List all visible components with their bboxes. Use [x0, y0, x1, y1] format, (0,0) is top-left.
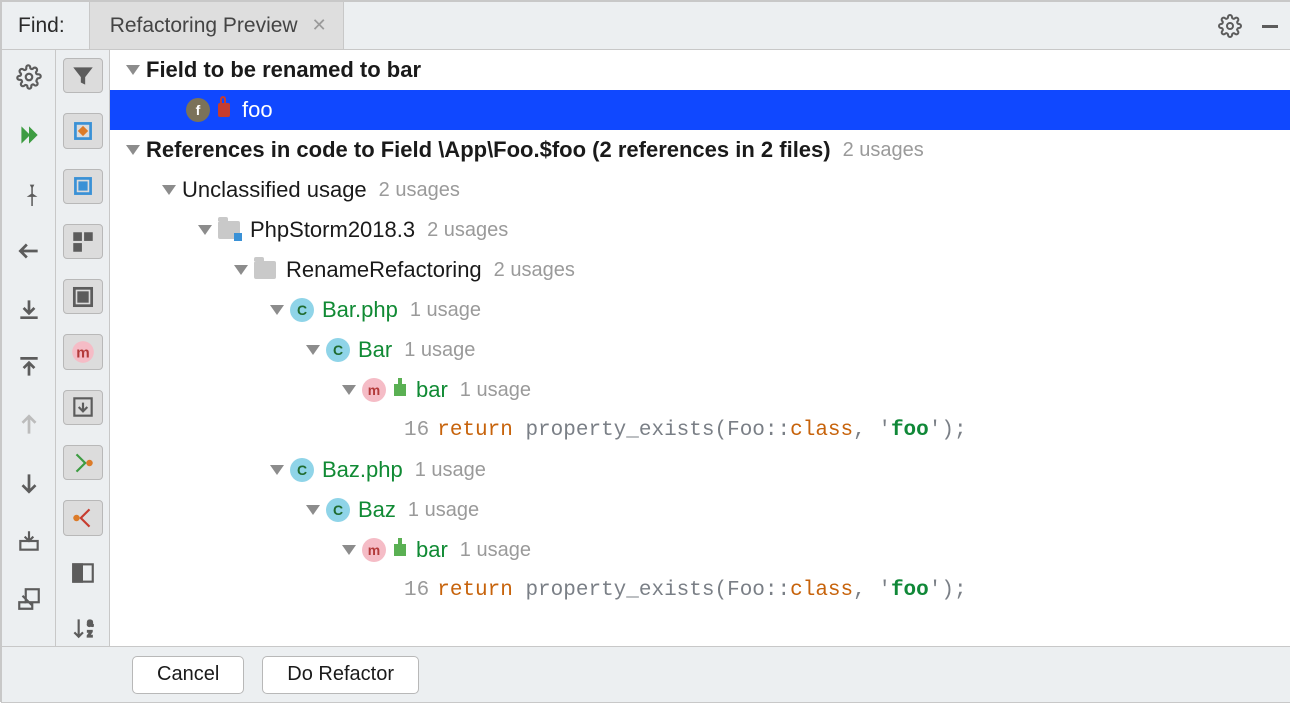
tree-item-class[interactable]: C Baz 1 usage [110, 490, 1290, 530]
usage-count: 1 usage [408, 499, 479, 522]
pin-button[interactable] [9, 174, 49, 212]
tree-item-field-foo[interactable]: f foo [110, 90, 1290, 130]
usage-count: 2 usages [379, 179, 460, 202]
chevron-down-icon[interactable] [234, 265, 248, 275]
usage-count: 2 usages [843, 139, 924, 162]
method-icon: m [362, 538, 386, 562]
folder-icon [254, 261, 276, 279]
tree-item-file[interactable]: C Bar.php 1 usage [110, 290, 1290, 330]
tree-item-folder[interactable]: RenameRefactoring 2 usages [110, 250, 1290, 290]
chevron-down-icon[interactable] [342, 385, 356, 395]
svg-text:a: a [87, 618, 93, 629]
tree-item-project[interactable]: PhpStorm2018.3 2 usages [110, 210, 1290, 250]
toolbar-left [2, 50, 56, 646]
usage-count: 2 usages [494, 259, 575, 282]
class-name: Bar [358, 337, 392, 363]
tree-label: Unclassified usage [182, 177, 367, 203]
open-new-window-button[interactable] [9, 580, 49, 618]
do-refactor-button[interactable]: Do Refactor [262, 656, 419, 694]
tree-heading-field[interactable]: Field to be renamed to bar [110, 50, 1290, 90]
group-method-button[interactable]: m [63, 334, 103, 369]
tab-title: Refactoring Preview [110, 14, 298, 38]
collapse-all-button[interactable] [9, 348, 49, 386]
method-name: bar [416, 377, 448, 403]
heading-text: Field to be renamed to bar [146, 57, 421, 83]
import-preview-button[interactable] [63, 390, 103, 425]
chevron-down-icon[interactable] [270, 465, 284, 475]
tree-item-method[interactable]: m bar 1 usage [110, 530, 1290, 570]
tree-label: PhpStorm2018.3 [250, 217, 415, 243]
project-folder-icon [218, 221, 240, 239]
minimize-icon[interactable] [1250, 14, 1290, 38]
class-icon: C [326, 338, 350, 362]
close-icon[interactable]: ✕ [310, 15, 329, 36]
chevron-down-icon[interactable] [306, 345, 320, 355]
chevron-down-icon[interactable] [162, 185, 176, 195]
tree-item-code-line[interactable]: 16return property_exists(Foo::class, 'fo… [110, 410, 1290, 450]
group-file-button[interactable] [63, 169, 103, 204]
group-scope-button[interactable] [63, 279, 103, 314]
footer: Cancel Do Refactor [2, 646, 1290, 702]
file-name: Baz.php [322, 457, 403, 483]
usage-count: 1 usage [404, 339, 475, 362]
show-read-button[interactable] [63, 445, 103, 480]
show-write-button[interactable] [63, 500, 103, 535]
chevron-down-icon[interactable] [270, 305, 284, 315]
find-label: Find: [2, 14, 89, 38]
gear-icon[interactable] [1210, 14, 1250, 38]
field-icon: f [186, 98, 210, 122]
svg-text:m: m [76, 345, 89, 362]
tree-item-method[interactable]: m bar 1 usage [110, 370, 1290, 410]
class-file-icon: C [290, 458, 314, 482]
filter-button[interactable] [63, 58, 103, 93]
class-file-icon: C [290, 298, 314, 322]
svg-text:z: z [87, 629, 92, 640]
tree-item-file[interactable]: C Baz.php 1 usage [110, 450, 1290, 490]
chevron-down-icon[interactable] [342, 545, 356, 555]
lock-icon [218, 103, 230, 117]
refactor-tree[interactable]: Field to be renamed to bar f foo Referen… [110, 50, 1290, 646]
panel-header: Find: Refactoring Preview ✕ [2, 2, 1290, 50]
group-package-button[interactable] [63, 224, 103, 259]
toolbar-grouping: m az [56, 50, 110, 646]
usage-count: 2 usages [427, 219, 508, 242]
line-number: 16 [404, 419, 429, 442]
tree-heading-references[interactable]: References in code to Field \App\Foo.$fo… [110, 130, 1290, 170]
field-name: foo [242, 97, 273, 123]
file-name: Bar.php [322, 297, 398, 323]
visibility-icon [394, 384, 406, 396]
method-icon: m [362, 378, 386, 402]
rerun-button[interactable] [9, 116, 49, 154]
group-module-button[interactable] [63, 113, 103, 148]
export-button[interactable] [9, 522, 49, 560]
chevron-down-icon[interactable] [126, 145, 140, 155]
cancel-button[interactable]: Cancel [132, 656, 244, 694]
chevron-down-icon[interactable] [198, 225, 212, 235]
tab-refactoring-preview[interactable]: Refactoring Preview ✕ [89, 2, 344, 49]
tree-label: RenameRefactoring [286, 257, 482, 283]
sort-button[interactable]: az [63, 611, 103, 646]
usage-count: 1 usage [460, 379, 531, 402]
next-button[interactable] [9, 464, 49, 502]
usage-count: 1 usage [410, 299, 481, 322]
chevron-down-icon[interactable] [306, 505, 320, 515]
line-number: 16 [404, 579, 429, 602]
visibility-icon [394, 544, 406, 556]
method-name: bar [416, 537, 448, 563]
expand-all-button[interactable] [9, 290, 49, 328]
class-name: Baz [358, 497, 396, 523]
tree-item-class[interactable]: C Bar 1 usage [110, 330, 1290, 370]
usage-count: 1 usage [415, 459, 486, 482]
preview-panel-button[interactable] [63, 556, 103, 591]
settings-button[interactable] [9, 58, 49, 96]
heading-text: References in code to Field \App\Foo.$fo… [146, 137, 831, 163]
prev-button[interactable] [9, 406, 49, 444]
tree-item-code-line[interactable]: 16return property_exists(Foo::class, 'fo… [110, 570, 1290, 610]
usage-count: 1 usage [460, 539, 531, 562]
chevron-down-icon[interactable] [126, 65, 140, 75]
class-icon: C [326, 498, 350, 522]
tree-item-unclassified[interactable]: Unclassified usage 2 usages [110, 170, 1290, 210]
back-button[interactable] [9, 232, 49, 270]
